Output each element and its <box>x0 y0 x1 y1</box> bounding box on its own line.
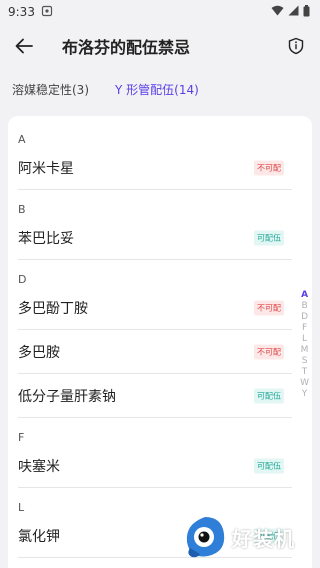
list-item[interactable]: 呋塞米 可配伍 <box>8 444 312 488</box>
page-title: 布洛芬的配伍禁忌 <box>62 38 191 57</box>
status-badge: 不可配 <box>254 344 284 360</box>
index-letter[interactable]: W <box>300 378 309 389</box>
list-item[interactable]: 多巴酚丁胺 不可配 <box>8 286 312 330</box>
index-letter[interactable]: F <box>302 323 307 334</box>
alphabet-index[interactable]: A B D F L M S T W Y <box>300 290 309 400</box>
wifi-icon <box>271 5 284 19</box>
status-bar: 9:33 <box>0 0 320 24</box>
notification-icon <box>41 5 53 20</box>
section-letter-f: F <box>18 431 25 444</box>
section-letter-a: A <box>18 133 26 146</box>
app-bar: 布洛芬的配伍禁忌 <box>0 24 320 68</box>
list-item[interactable]: 阿米卡星 不可配 <box>8 146 312 190</box>
divider <box>18 487 292 488</box>
drug-name: 氯化钾 <box>18 529 60 545</box>
signal-icon <box>288 5 299 19</box>
drug-name: 呋塞米 <box>18 459 60 475</box>
status-time: 9:33 <box>8 5 35 19</box>
divider <box>18 417 292 418</box>
index-letter[interactable]: Y <box>302 389 308 400</box>
info-icon[interactable] <box>284 34 308 58</box>
drug-name: 低分子量肝素钠 <box>18 389 116 405</box>
status-badge: 不可配 <box>254 160 284 176</box>
index-letter[interactable]: B <box>301 301 307 312</box>
status-badge: 可配伍 <box>254 388 284 404</box>
list-item[interactable]: 多巴胺 不可配 <box>8 330 312 374</box>
status-badge: 可配伍 <box>254 230 284 246</box>
index-letter[interactable]: T <box>302 367 308 378</box>
section-letter-b: B <box>18 203 26 216</box>
divider <box>18 259 292 260</box>
drug-name: 多巴酚丁胺 <box>18 301 88 317</box>
battery-icon <box>303 4 310 20</box>
index-letter[interactable]: A <box>301 290 308 301</box>
index-letter[interactable]: M <box>301 345 309 356</box>
list-item[interactable]: 苯巴比妥 可配伍 <box>8 216 312 260</box>
watermark: 好装机 <box>182 514 295 560</box>
divider <box>18 189 292 190</box>
tab-solvent-stability[interactable]: 溶媒稳定性(3) <box>12 81 89 98</box>
drug-list: A 阿米卡星 不可配 B 苯巴比妥 可配伍 D 多巴酚丁胺 不可配 多巴胺 不可… <box>8 116 312 568</box>
watermark-logo-icon <box>186 517 225 558</box>
tab-bar: 溶媒稳定性(3) Y 形管配伍(14) <box>0 68 320 110</box>
back-arrow-icon[interactable] <box>12 34 36 58</box>
section-letter-m: M <box>8 562 312 568</box>
drug-name: 阿米卡星 <box>18 161 74 177</box>
drug-name: 苯巴比妥 <box>18 231 74 247</box>
list-item[interactable]: 低分子量肝素钠 可配伍 <box>8 374 312 418</box>
drug-name: 多巴胺 <box>18 345 60 361</box>
index-letter[interactable]: D <box>301 312 308 323</box>
watermark-text: 好装机 <box>232 526 295 551</box>
section-letter-d: D <box>18 273 27 286</box>
status-badge: 可配伍 <box>254 458 284 474</box>
section-letter-l: L <box>18 501 25 514</box>
tab-y-site-compatibility[interactable]: Y 形管配伍(14) <box>115 81 199 98</box>
index-letter[interactable]: S <box>302 356 308 367</box>
index-letter[interactable]: L <box>302 334 307 345</box>
status-badge: 不可配 <box>254 300 284 316</box>
